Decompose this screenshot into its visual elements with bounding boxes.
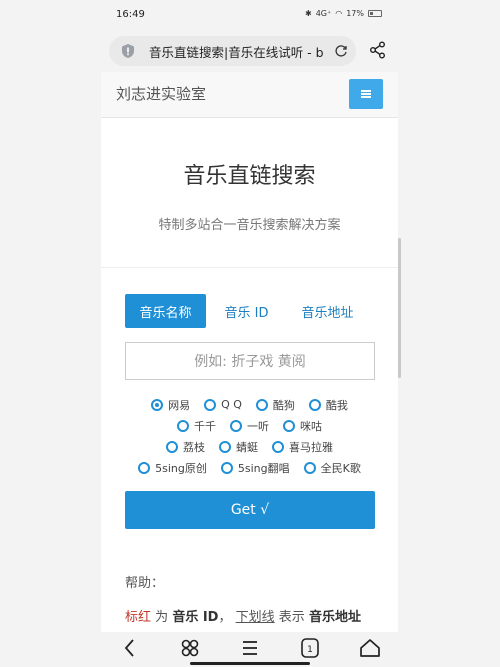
radio-icon[interactable]	[272, 440, 284, 453]
search-input[interactable]: 例如: 折子戏 黄阅	[125, 342, 375, 380]
site-navbar: 刘志进实验室	[101, 72, 398, 118]
home-icon[interactable]	[358, 637, 382, 659]
page-subtitle: 特制多站合一音乐搜索解决方案	[158, 218, 341, 233]
web-page: 刘志进实验室 音乐直链搜索 特制多站合一音乐搜索解决方案 音乐名称 音乐 ID …	[101, 72, 398, 632]
site-brand[interactable]: 刘志进实验室	[116, 83, 206, 104]
source-row: 千千 一听 咪咕	[101, 415, 398, 436]
source-row: 5sing原创 5sing翻唱 全民K歌	[101, 457, 398, 478]
source-options: 网易 Q Q 酷狗 酷我 千千 一听 咪咕 荔枝 蜻蜓 喜马拉雅 5sing原创…	[101, 394, 398, 478]
source-yiting[interactable]: 一听	[230, 418, 269, 434]
radio-checked-icon[interactable]	[151, 398, 164, 411]
radio-icon[interactable]	[308, 398, 321, 411]
back-icon[interactable]	[118, 637, 142, 659]
radio-icon[interactable]	[177, 419, 189, 432]
hamburger-icon	[361, 90, 371, 98]
radio-icon[interactable]	[204, 398, 217, 411]
help-title: 帮助：	[125, 576, 165, 591]
bluetooth-icon: ✱	[305, 9, 312, 18]
source-row: 荔枝 蜻蜓 喜马拉雅	[101, 436, 398, 457]
menu-button[interactable]	[349, 79, 383, 109]
source-qq[interactable]: Q Q	[204, 398, 242, 411]
tab-music-name[interactable]: 音乐名称	[125, 294, 206, 328]
source-row: 网易 Q Q 酷狗 酷我	[101, 394, 398, 415]
wifi-icon: ◠	[335, 9, 343, 18]
gesture-handle[interactable]	[190, 662, 310, 665]
help-hint: 标红 为 音乐 ID， 下划线 表示 音乐地址	[125, 610, 361, 625]
network-icon: 4G⁺	[315, 9, 332, 18]
radio-icon[interactable]	[255, 398, 268, 411]
source-qingting[interactable]: 蜻蜓	[219, 439, 258, 455]
browser-bottom-bar: 1	[0, 632, 500, 667]
source-kugou[interactable]: 酷狗	[255, 397, 295, 413]
apps-icon[interactable]	[178, 637, 202, 659]
source-netease[interactable]: 网易	[151, 397, 190, 413]
battery-icon	[368, 10, 382, 17]
source-migu[interactable]: 咪咕	[283, 418, 322, 434]
svg-text:1: 1	[307, 645, 313, 655]
status-bar: 16:49 ✱ 4G⁺ ◠ 17%	[0, 0, 500, 30]
status-icons: ✱ 4G⁺ ◠ 17%	[305, 9, 382, 18]
source-5sing-original[interactable]: 5sing原创	[138, 460, 207, 476]
source-kuwo[interactable]: 酷我	[308, 397, 348, 413]
tabs-icon[interactable]: 1	[298, 637, 322, 659]
source-ximalaya[interactable]: 喜马拉雅	[272, 439, 333, 455]
radio-icon[interactable]	[230, 419, 242, 432]
radio-icon[interactable]	[303, 461, 316, 474]
battery-level: 17%	[346, 9, 364, 18]
source-5sing-cover[interactable]: 5sing翻唱	[220, 460, 290, 476]
source-qianqian[interactable]: 千千	[177, 418, 216, 434]
hero-section: 音乐直链搜索 特制多站合一音乐搜索解决方案	[101, 118, 398, 268]
radio-icon[interactable]	[219, 440, 231, 453]
page-title: 音乐直链搜索	[183, 164, 316, 189]
radio-icon[interactable]	[166, 440, 178, 453]
search-mode-tabs: 音乐名称 音乐 ID 音乐地址	[125, 294, 368, 328]
tab-music-id[interactable]: 音乐 ID	[206, 294, 287, 328]
radio-icon[interactable]	[138, 461, 151, 474]
url-text[interactable]: 音乐直链搜索|音乐在线试听 - b	[149, 42, 329, 61]
get-button[interactable]: Get √	[125, 491, 375, 529]
reload-icon[interactable]	[334, 44, 348, 58]
share-icon[interactable]	[369, 41, 387, 59]
source-kge[interactable]: 全民K歌	[303, 460, 361, 476]
tab-music-url[interactable]: 音乐地址	[287, 294, 368, 328]
radio-icon[interactable]	[283, 419, 295, 432]
shield-icon	[122, 44, 134, 58]
page-scrollbar[interactable]	[398, 238, 401, 378]
address-bar[interactable]: 音乐直链搜索|音乐在线试听 - b	[109, 36, 356, 66]
radio-icon[interactable]	[220, 461, 233, 474]
status-time: 16:49	[116, 9, 145, 20]
source-lizhi[interactable]: 荔枝	[166, 439, 205, 455]
menu-icon[interactable]	[238, 637, 262, 659]
